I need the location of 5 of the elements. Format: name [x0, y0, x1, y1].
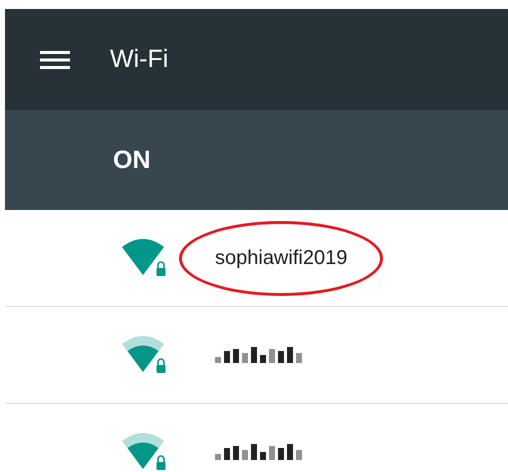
screen-title: Wi-Fi — [110, 45, 168, 74]
switch-label[interactable]: ON — [113, 146, 150, 174]
network-row[interactable]: sophiawifi2019 — [5, 210, 508, 307]
menu-icon[interactable] — [40, 48, 70, 70]
network-name[interactable]: sophiawifi2019 — [215, 246, 348, 268]
